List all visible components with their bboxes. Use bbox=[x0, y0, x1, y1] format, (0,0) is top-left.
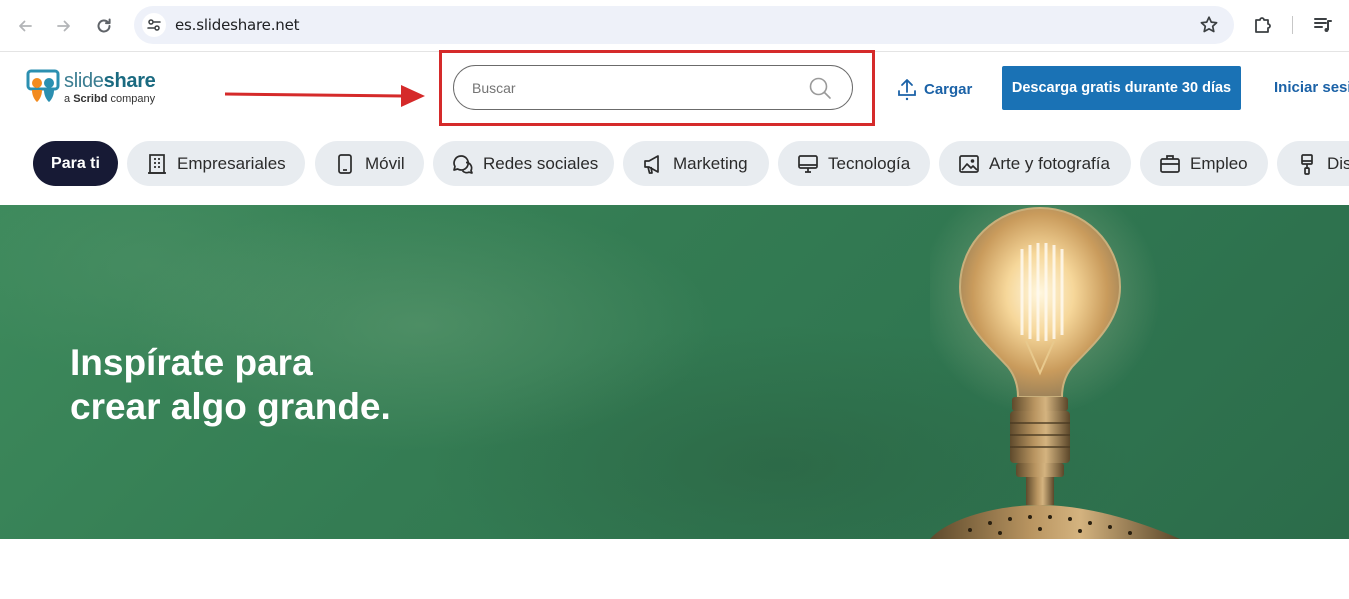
upload-label: Cargar bbox=[924, 80, 973, 98]
hero-banner: Inspírate para crear algo grande. bbox=[0, 205, 1349, 539]
upload-link[interactable]: Cargar bbox=[897, 76, 972, 102]
login-link[interactable]: Iniciar sesión bbox=[1274, 79, 1349, 96]
category-bar: Para ti Empresariales Móvil Redes social… bbox=[0, 138, 1349, 188]
chip-empresariales[interactable]: Empresariales bbox=[127, 141, 305, 186]
slideshare-logo[interactable]: slideshare a Scribd company bbox=[26, 68, 186, 110]
puzzle-icon bbox=[1255, 17, 1271, 33]
search-input[interactable] bbox=[472, 77, 792, 99]
slideshare-logo-icon bbox=[26, 69, 60, 102]
media-controls-button[interactable] bbox=[1311, 13, 1335, 37]
arrow-left-icon bbox=[19, 20, 32, 32]
free-trial-button[interactable]: Descarga gratis durante 30 días bbox=[1002, 66, 1241, 110]
chat-bubbles-icon bbox=[452, 153, 474, 175]
reload-icon bbox=[97, 18, 111, 33]
image-icon bbox=[958, 153, 980, 175]
briefcase-icon bbox=[1159, 153, 1181, 175]
address-bar[interactable]: es.slideshare.net bbox=[134, 6, 1234, 44]
chip-label: Diseño bbox=[1327, 153, 1349, 173]
search-box[interactable] bbox=[453, 65, 853, 110]
logo-tagline: a Scribd company bbox=[64, 93, 156, 105]
chip-tecnologia[interactable]: Tecnología bbox=[778, 141, 930, 186]
chip-label: Marketing bbox=[673, 153, 748, 173]
chip-diseno[interactable]: Diseño bbox=[1277, 141, 1349, 186]
chip-redes-sociales[interactable]: Redes sociales bbox=[433, 141, 614, 186]
phone-icon bbox=[334, 153, 356, 175]
chip-label: Redes sociales bbox=[483, 153, 599, 173]
toolbar-separator bbox=[1292, 16, 1293, 34]
reload-button[interactable] bbox=[89, 11, 119, 41]
chip-label: Arte y fotografía bbox=[989, 153, 1110, 173]
chip-arte-y-fotografia[interactable]: Arte y fotografía bbox=[939, 141, 1131, 186]
paint-brush-icon bbox=[1296, 153, 1318, 175]
playlist-icon bbox=[1314, 18, 1332, 32]
chip-label: Para ti bbox=[51, 154, 100, 172]
chip-empleo[interactable]: Empleo bbox=[1140, 141, 1268, 186]
monitor-icon bbox=[797, 153, 819, 175]
site-info-button[interactable] bbox=[142, 13, 166, 37]
url-text[interactable]: es.slideshare.net bbox=[175, 16, 299, 34]
chip-para-ti[interactable]: Para ti bbox=[33, 141, 118, 186]
chip-marketing[interactable]: Marketing bbox=[623, 141, 769, 186]
chip-movil[interactable]: Móvil bbox=[315, 141, 424, 186]
chip-label: Empresariales bbox=[177, 153, 286, 173]
star-icon bbox=[1200, 16, 1218, 33]
back-button[interactable] bbox=[10, 11, 40, 41]
light-bulb-image bbox=[930, 205, 1180, 539]
chip-label: Tecnología bbox=[828, 153, 911, 173]
tune-icon bbox=[147, 19, 161, 31]
arrow-right-icon bbox=[57, 20, 70, 32]
bookmark-button[interactable] bbox=[1198, 14, 1220, 36]
search-icon[interactable] bbox=[808, 76, 832, 100]
browser-toolbar: es.slideshare.net bbox=[0, 0, 1349, 52]
forward-button[interactable] bbox=[49, 11, 79, 41]
logo-wordmark: slideshare bbox=[64, 70, 156, 92]
megaphone-icon bbox=[642, 153, 664, 175]
chip-label: Empleo bbox=[1190, 153, 1248, 173]
hero-title: Inspírate para crear algo grande. bbox=[70, 342, 391, 427]
chip-label: Móvil bbox=[365, 153, 405, 173]
red-annotation-arrow bbox=[225, 85, 425, 107]
extensions-button[interactable] bbox=[1251, 13, 1275, 37]
building-icon bbox=[146, 153, 168, 175]
upload-icon bbox=[898, 79, 916, 101]
